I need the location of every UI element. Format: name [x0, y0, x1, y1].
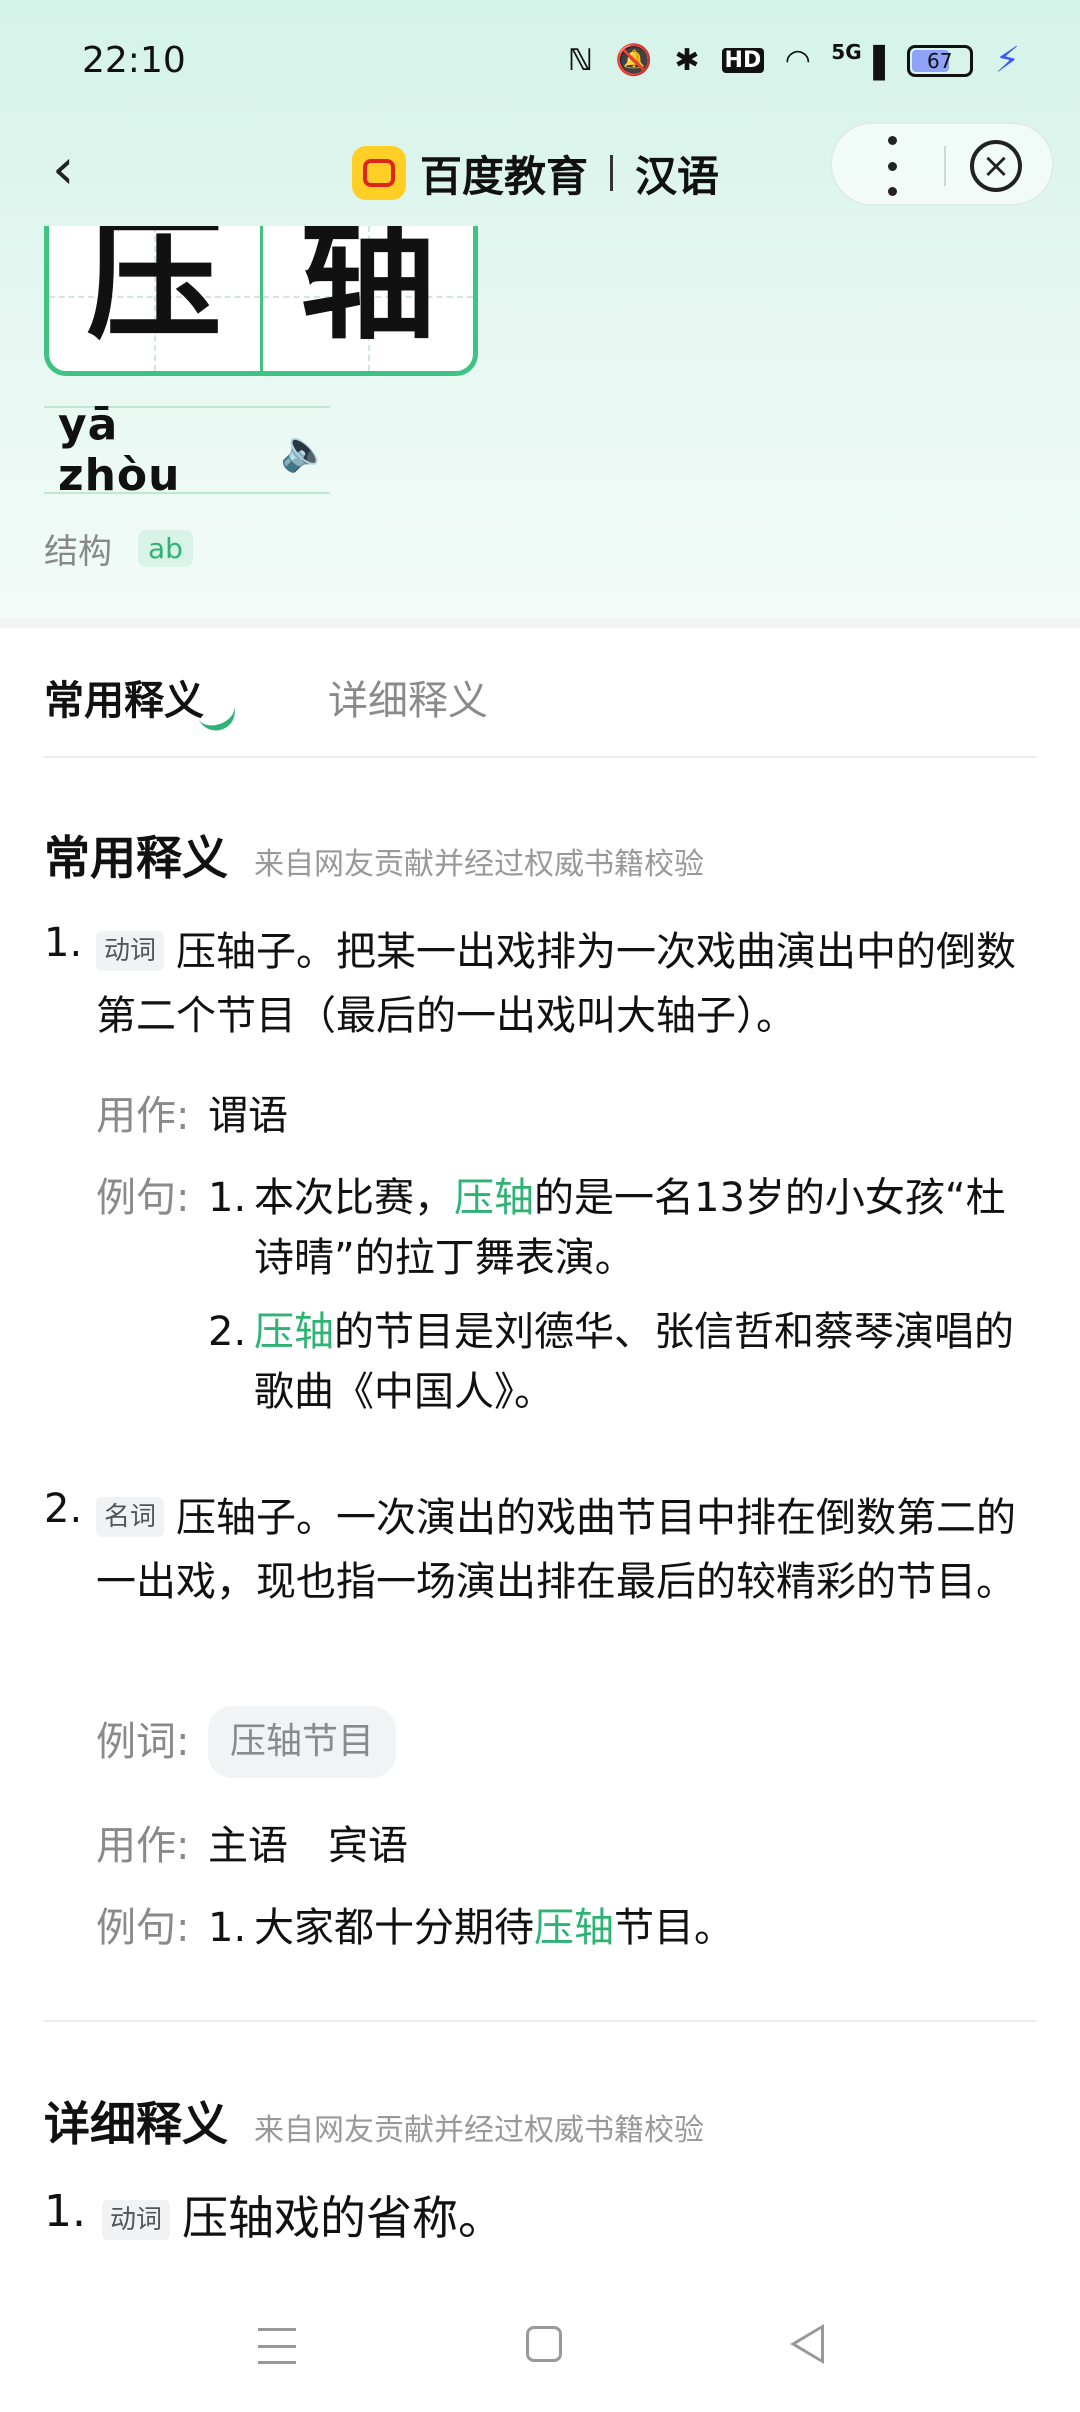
definition-text: 压轴戏的省称。 — [182, 2191, 505, 2245]
wifi-icon: ◠ — [786, 43, 810, 78]
speaker-icon[interactable]: 🔈 — [280, 427, 330, 474]
usage-label: 用作: — [96, 1093, 190, 1139]
brand-separator — [610, 155, 614, 191]
close-button[interactable]: × — [970, 140, 1022, 192]
examples-label-row: 例句: — [96, 1898, 208, 1958]
status-time: 22:10 — [82, 40, 186, 81]
chevron-left-icon: ‹ — [52, 137, 75, 202]
recents-button[interactable] — [258, 2328, 296, 2364]
character: 压 — [86, 226, 223, 359]
menu-icon — [258, 2328, 296, 2331]
close-icon: × — [981, 146, 1011, 186]
more-dots-icon — [887, 136, 897, 145]
definition-number: 2. — [44, 1486, 83, 1532]
character-cell: 压 — [49, 226, 260, 371]
usage-row: 用作: 谓语 — [96, 1086, 288, 1146]
hd-icon: HD — [721, 48, 765, 73]
tab-indicator — [197, 704, 241, 736]
battery-icon: 67 — [906, 44, 973, 77]
mute-icon: 🔕 — [615, 43, 653, 78]
example-word-chip[interactable]: 压轴节目 — [208, 1706, 397, 1778]
usage-row: 用作: 主语 宾语 — [96, 1816, 408, 1876]
examples-label: 例句: — [96, 1905, 190, 1951]
structure-tag: ab — [138, 530, 193, 567]
network-type-label: 5G — [831, 40, 862, 64]
definition-number: 1. — [44, 920, 83, 966]
definition-number: 1. — [44, 2186, 86, 2237]
character-grid: 压 轴 — [44, 226, 478, 376]
structure-label: 结构 — [44, 532, 112, 572]
definition-text: 压轴子。一次演出的戏曲节目中排在倒数第二的一出戏，现也指一场演出排在最后的较精彩… — [96, 1495, 1017, 1605]
section-title: 详细释义 — [44, 2097, 228, 2151]
pinyin: yā zhòu — [58, 399, 181, 501]
section-divider — [44, 2020, 1036, 2022]
section-source: 来自网友贡献并经过权威书籍校验 — [254, 2113, 704, 2148]
highlight-word: 压轴 — [254, 1309, 334, 1355]
brand-name: 百度教育 — [420, 151, 589, 201]
pinyin-row: yā zhòu 🔈 — [44, 399, 330, 501]
nfc-icon: ℕ — [567, 43, 594, 78]
example-words-row: 例词: 压轴节目 — [96, 1706, 397, 1778]
example-words-label: 例词: — [96, 1719, 190, 1765]
charging-icon: ⚡ — [994, 40, 1020, 81]
nav-bar: ‹ 百度教育 汉语 × — [0, 118, 1080, 228]
example-list: 1. 本次比赛，压轴的是一名13岁的小女孩“杜诗晴”的拉丁舞表演。 2. 压轴的… — [208, 1168, 1038, 1422]
status-icons: ℕ 🔕 ✱ HD ◠ 5G▐ 67 ⚡ — [568, 40, 1020, 81]
definition-item: 2. 名词 压轴子。一次演出的戏曲节目中排在倒数第二的一出戏，现也指一场演出排在最… — [44, 1486, 1044, 1614]
section-title: 常用释义 — [44, 831, 228, 885]
examples-label: 例句: — [96, 1175, 190, 1221]
character-cell: 轴 — [259, 226, 473, 371]
pos-badge: 名词 — [96, 1497, 165, 1537]
section-header-detailed: 详细释义 来自网友贡献并经过权威书籍校验 — [44, 2088, 704, 2154]
definition-text: 压轴子。把某一出戏排为一次戏曲演出中的倒数第二个节目（最后的一出戏叫大轴子）。 — [96, 929, 1017, 1039]
system-back-button[interactable] — [790, 2324, 824, 2364]
pos-badge: 动词 — [102, 2200, 171, 2240]
baidu-education-logo-icon — [352, 146, 406, 200]
tab-detailed[interactable]: 详细释义 — [328, 668, 488, 726]
section-source: 来自网友贡献并经过权威书籍校验 — [254, 847, 704, 882]
definition-item: 1. 动词 压轴子。把某一出戏排为一次戏曲演出中的倒数第二个节目（最后的一出戏叫大… — [44, 920, 1044, 1048]
pos-badge: 动词 — [96, 931, 165, 971]
bluetooth-icon: ✱ — [674, 43, 700, 78]
back-button[interactable]: ‹ — [52, 140, 112, 200]
battery-level: 67 — [926, 48, 953, 73]
status-bar: 22:10 ℕ 🔕 ✱ HD ◠ 5G▐ 67 ⚡ — [0, 0, 1080, 120]
example-item: 1. 本次比赛，压轴的是一名13岁的小女孩“杜诗晴”的拉丁舞表演。 — [208, 1175, 1006, 1281]
structure-row: 结构 ab — [44, 524, 193, 573]
character: 轴 — [299, 226, 436, 359]
usage-value: 谓语 — [208, 1093, 288, 1139]
definition-item: 1. 动词 压轴戏的省称。 — [44, 2186, 1044, 2250]
brand-subtitle: 汉语 — [635, 151, 720, 201]
highlight-word: 压轴 — [454, 1175, 534, 1221]
example-item: 1. 大家都十分期待压轴节目。 — [208, 1905, 734, 1951]
example-item: 2. 压轴的节目是刘德华、张信哲和蔡琴演唱的歌曲《中国人》。 — [208, 1309, 1014, 1415]
highlight-word: 压轴 — [534, 1905, 614, 1951]
signal-5g-icon: 5G▐ — [831, 40, 885, 81]
usage-label: 用作: — [96, 1823, 190, 1869]
system-nav-bar — [0, 2280, 1080, 2412]
definition-tabs: 常用释义 详细释义 — [44, 652, 1036, 758]
usage-value: 主语 宾语 — [208, 1823, 408, 1869]
section-header-common: 常用释义 来自网友贡献并经过权威书籍校验 — [44, 822, 704, 888]
brand-title: 百度教育 汉语 — [352, 138, 719, 208]
more-button[interactable] — [882, 136, 902, 196]
home-button[interactable] — [526, 2326, 562, 2362]
tab-common[interactable]: 常用释义 — [44, 668, 204, 726]
example-list: 1. 大家都十分期待压轴节目。 — [208, 1898, 1038, 1958]
examples-label-row: 例句: — [96, 1168, 208, 1228]
miniapp-capsule: × — [830, 122, 1054, 206]
